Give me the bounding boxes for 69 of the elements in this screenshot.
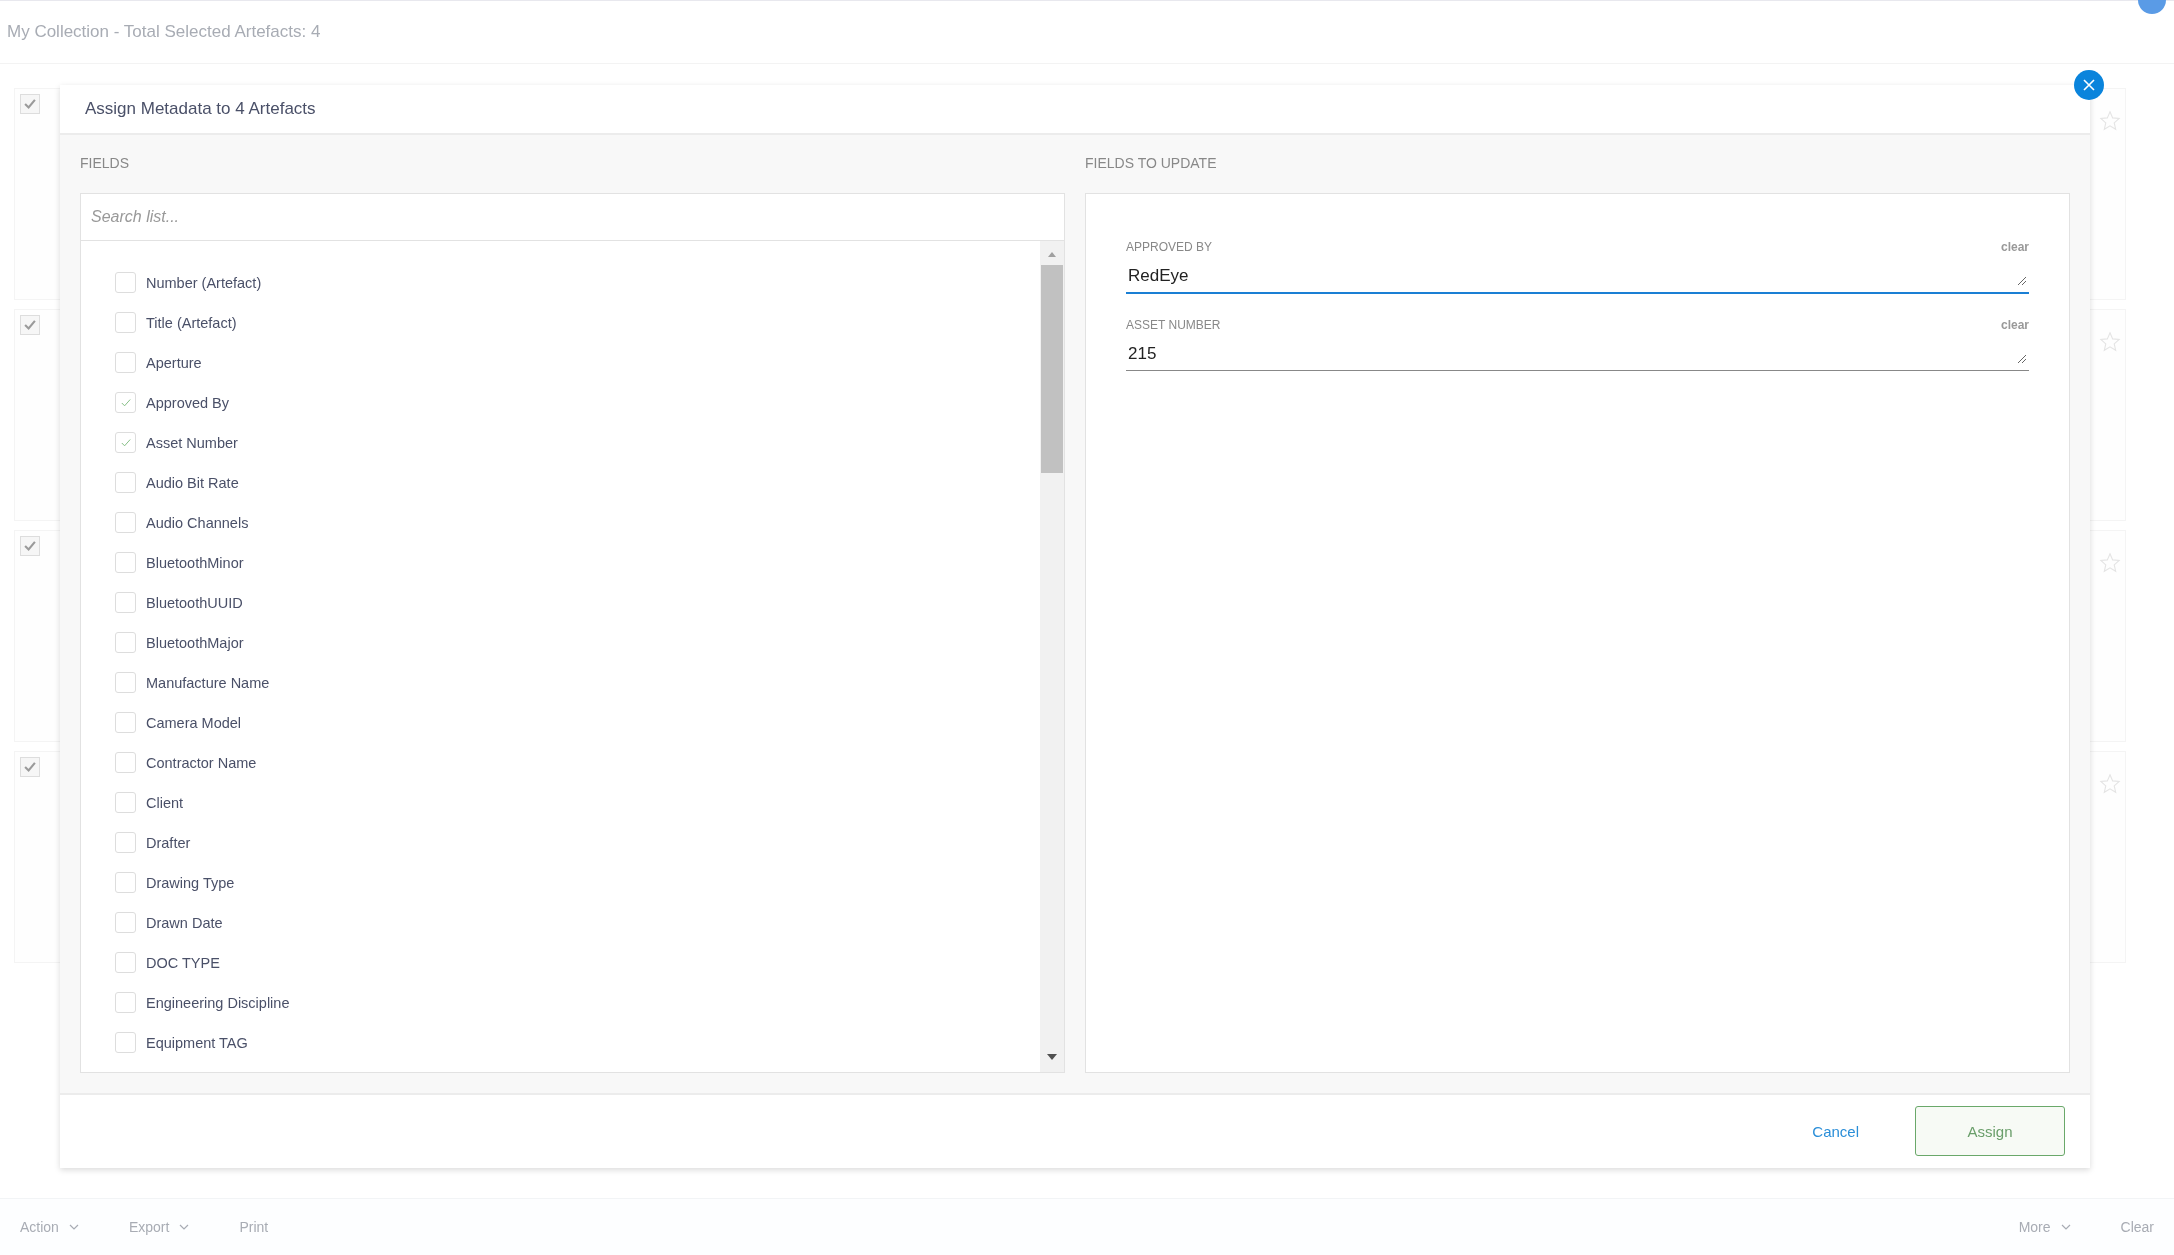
checkbox[interactable] — [20, 536, 40, 556]
star-icon[interactable] — [2099, 552, 2121, 574]
check-icon — [23, 97, 37, 111]
checkbox[interactable] — [115, 312, 136, 334]
text-area[interactable]: 215 — [1126, 331, 2029, 371]
field-label[interactable]: Aperture — [146, 354, 202, 371]
star-icon[interactable] — [2099, 110, 2121, 132]
field-label[interactable]: Asset Number — [146, 434, 238, 451]
checkbox[interactable] — [115, 752, 136, 774]
checkbox[interactable] — [20, 315, 40, 335]
checkbox[interactable] — [115, 552, 136, 574]
star-icon[interactable] — [2099, 773, 2121, 795]
field-label[interactable]: Drafter — [146, 834, 191, 851]
field-label[interactable]: Manufacture Name — [146, 674, 270, 691]
field-label[interactable]: BluetoothMajor — [146, 634, 244, 651]
resize-handle-icon[interactable] — [2017, 353, 2027, 364]
resize-handle-icon[interactable] — [2017, 275, 2027, 286]
field-label[interactable]: Audio Channels — [146, 514, 249, 531]
field-label[interactable]: Title (Artefact) — [146, 314, 237, 331]
dialog-title: Assign Metadata to 4 Artefacts — [85, 98, 316, 119]
field-label[interactable]: Audio Bit Rate — [146, 474, 239, 491]
checkbox[interactable] — [115, 952, 136, 974]
field-label: APPROVED BY — [1126, 239, 1213, 254]
cancel-button[interactable]: Cancel — [1806, 1121, 1865, 1141]
field-label[interactable]: Equipment TAG — [146, 1034, 248, 1051]
checkbox[interactable] — [115, 472, 136, 494]
checkbox[interactable] — [115, 712, 136, 734]
section-heading: FIELDS — [80, 153, 130, 173]
checkbox[interactable] — [115, 512, 136, 534]
checkbox[interactable] — [115, 992, 136, 1014]
field-label[interactable]: Contractor Name — [146, 754, 257, 771]
text-area[interactable]: RedEye — [1126, 253, 2029, 294]
checkbox[interactable] — [115, 792, 136, 814]
checkbox[interactable] — [20, 757, 40, 777]
checkbox[interactable] — [115, 672, 136, 694]
field-label[interactable]: Drawn Date — [146, 914, 223, 931]
field-label[interactable]: Number (Artefact) — [146, 274, 262, 291]
field-label[interactable]: BluetoothMinor — [146, 554, 244, 571]
checkbox[interactable] — [115, 592, 136, 614]
field-label[interactable]: DOC TYPE — [146, 954, 220, 971]
field-label: ASSET NUMBER — [1126, 317, 1221, 332]
checkbox[interactable] — [115, 632, 136, 654]
checkbox[interactable] — [115, 432, 136, 454]
caret-icon — [68, 1224, 79, 1230]
scrollbar[interactable] — [1040, 240, 1064, 1072]
field-label[interactable]: BluetoothUUID — [146, 594, 243, 611]
section-heading: FIELDS TO UPDATE — [1085, 153, 1218, 173]
check-icon — [23, 539, 37, 553]
page-title: My Collection - Total Selected Artefacts: 4 — [7, 22, 321, 42]
checkbox[interactable] — [115, 352, 136, 374]
checkbox[interactable] — [115, 272, 136, 294]
caret-icon — [179, 1224, 190, 1230]
check-icon — [23, 760, 37, 774]
close-button[interactable] — [2074, 70, 2104, 100]
field-label[interactable]: Engineering Discipline — [146, 994, 290, 1011]
checkbox[interactable] — [115, 912, 136, 934]
field-label[interactable]: Camera Model — [146, 714, 242, 731]
field-label[interactable]: Client — [146, 794, 184, 811]
checkbox[interactable] — [115, 1032, 136, 1054]
caret-icon — [2060, 1224, 2071, 1230]
checkbox[interactable] — [115, 392, 136, 414]
close-icon — [2083, 79, 2095, 91]
checkbox[interactable] — [115, 832, 136, 854]
field-label[interactable]: Approved By — [146, 394, 230, 411]
field-label[interactable]: Drawing Type — [146, 874, 235, 891]
star-icon[interactable] — [2099, 331, 2121, 353]
checkbox[interactable] — [115, 872, 136, 894]
checkbox[interactable] — [20, 94, 40, 114]
check-icon — [23, 318, 37, 332]
